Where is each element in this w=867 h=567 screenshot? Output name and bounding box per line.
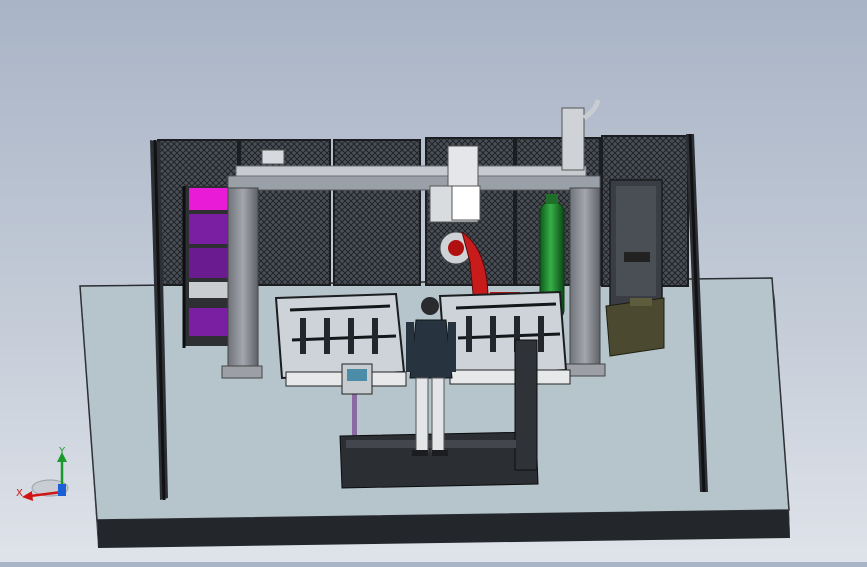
axis-x-label: X bbox=[16, 488, 23, 499]
storage-shelf bbox=[182, 186, 233, 348]
control-cabinet bbox=[605, 179, 665, 357]
cad-viewport[interactable]: X Y bbox=[0, 0, 867, 562]
welding-cell-model[interactable] bbox=[0, 0, 867, 562]
coordinate-triad-icon bbox=[22, 452, 69, 501]
axis-y-label: Y bbox=[59, 446, 66, 457]
